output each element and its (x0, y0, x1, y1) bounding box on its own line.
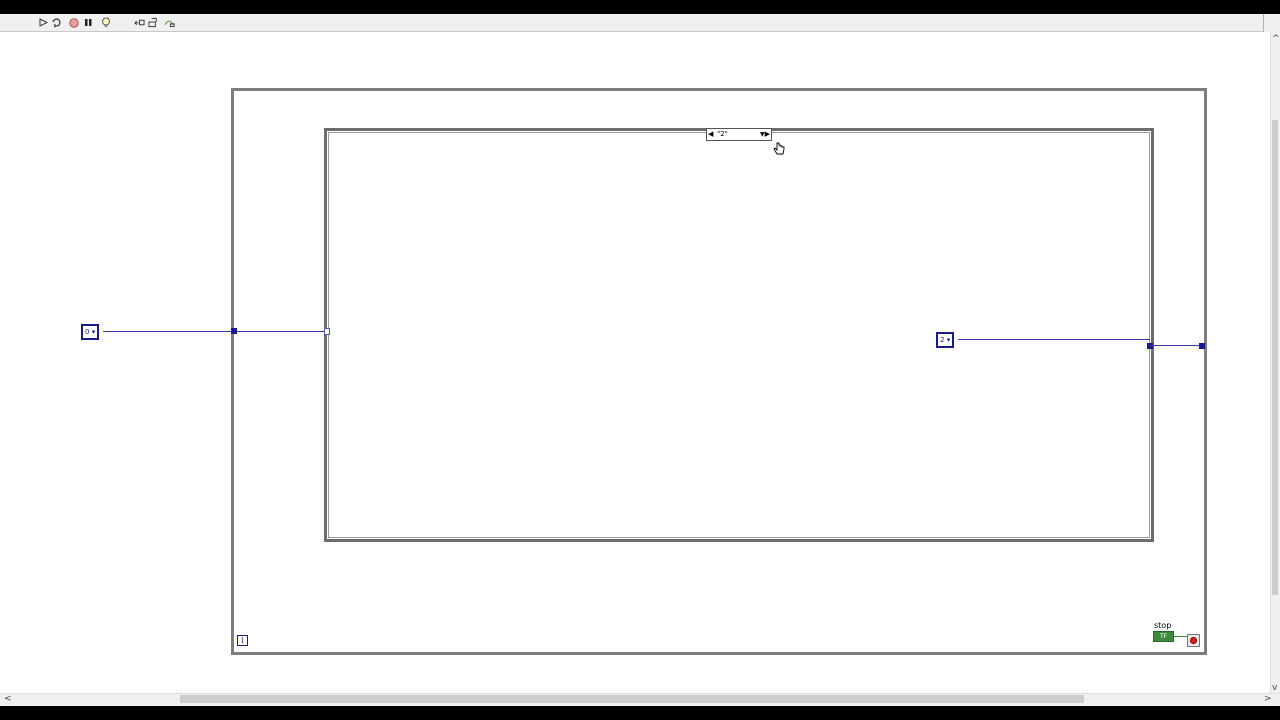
step-into-icon[interactable] (148, 17, 159, 28)
enum-wire-left-outer[interactable] (103, 331, 233, 332)
scroll-up-icon[interactable]: ^ (1272, 34, 1280, 44)
decrement-case-icon[interactable]: ◀ (708, 129, 713, 140)
case-selector-value: "2" (717, 130, 728, 138)
case-output-tunnel[interactable] (1147, 343, 1153, 349)
scroll-down-icon[interactable]: v (1272, 683, 1277, 693)
scroll-left-icon[interactable]: < (4, 694, 12, 704)
enum-wire-right-outer[interactable] (1150, 345, 1200, 346)
enum-constant-right[interactable]: 2 ▾ (936, 332, 955, 348)
run-continuously-icon[interactable] (51, 17, 62, 28)
enum-wire-left-inner[interactable] (237, 331, 326, 332)
loop-condition-terminal[interactable] (1187, 634, 1200, 647)
enum-wire-right-inner[interactable] (958, 339, 1150, 340)
increment-case-icon[interactable]: ▶ (765, 129, 770, 140)
stop-sign-icon (1190, 637, 1197, 644)
step-over-icon[interactable] (164, 17, 175, 28)
enum-constant-right-value: 2 (940, 336, 945, 344)
shift-register-terminal[interactable] (1199, 343, 1205, 349)
case-selector-terminal[interactable] (324, 328, 330, 335)
toolbar (0, 14, 1263, 32)
highlight-execution-icon[interactable] (101, 17, 112, 28)
enum-constant-left[interactable]: 0 ▾ (81, 324, 100, 340)
pause-icon[interactable] (83, 17, 94, 28)
run-arrow-icon[interactable] (38, 17, 49, 28)
stop-boolean-control[interactable]: TF (1153, 631, 1174, 642)
enum-constant-left-value: 0 (85, 328, 90, 336)
abort-icon[interactable] (68, 17, 79, 28)
vi-icon-panel (1263, 14, 1280, 33)
case-structure[interactable] (324, 128, 1154, 542)
hand-cursor-icon (773, 142, 785, 160)
boolean-wire[interactable] (1174, 636, 1188, 637)
horizontal-scroll-thumb[interactable] (180, 695, 1084, 703)
iteration-terminal[interactable]: i (237, 635, 248, 646)
vertical-scroll-thumb[interactable] (1272, 120, 1278, 595)
retain-wire-values-icon[interactable] (134, 17, 145, 28)
scroll-right-icon[interactable]: > (1264, 694, 1272, 704)
case-selector[interactable]: ◀ "2" ▼ ▶ (706, 128, 772, 141)
stop-label: stop (1154, 621, 1172, 630)
